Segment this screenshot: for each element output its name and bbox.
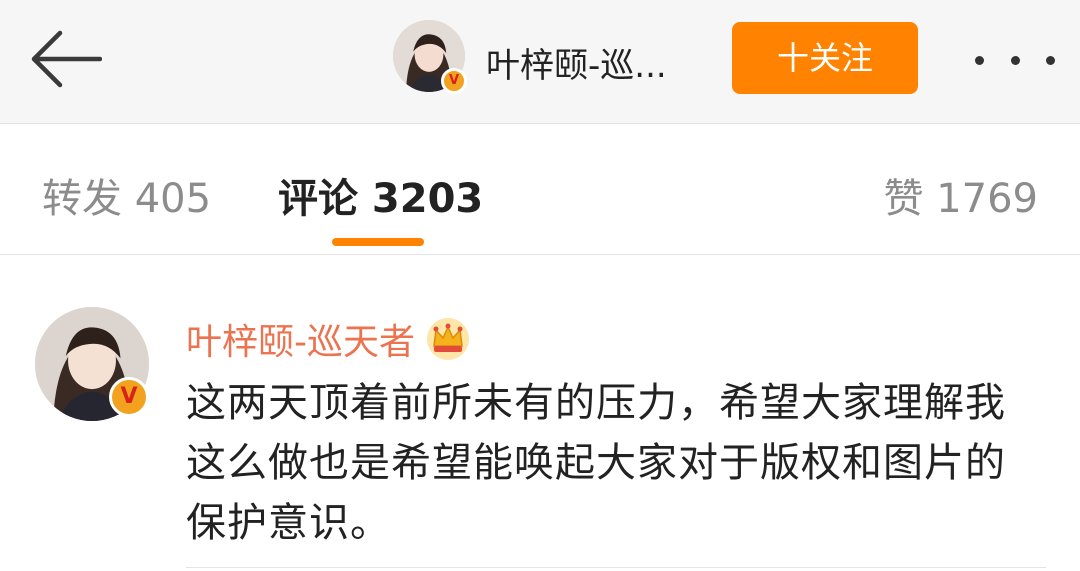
- crown-icon: [427, 318, 469, 360]
- comment-author-name[interactable]: 叶梓颐-巡天者: [186, 313, 415, 365]
- tab-bar: 转发 405 评论 3203 赞 1769: [0, 124, 1080, 255]
- verified-badge-icon: V: [441, 68, 467, 94]
- verified-badge-icon: V: [109, 377, 149, 417]
- more-dot-icon: [975, 55, 984, 65]
- more-dot-icon: [1010, 55, 1020, 65]
- top-nav-bar: V 叶梓颐-巡... 十关注: [0, 0, 1080, 124]
- follow-button[interactable]: 十关注: [732, 22, 918, 94]
- divider: [186, 567, 1046, 568]
- author-name[interactable]: 叶梓颐-巡...: [486, 38, 667, 87]
- more-options-button[interactable]: [975, 40, 1055, 80]
- tab-likes[interactable]: 赞 1769: [883, 166, 1038, 224]
- more-dot-icon: [1046, 55, 1055, 65]
- comment-author-row: 叶梓颐-巡天者: [186, 313, 471, 365]
- comment-item: V 叶梓颐-巡天者 这两天顶着前所未有的压力，希望大家理解我这么做也是希望能唤起…: [0, 255, 1080, 571]
- author-avatar[interactable]: V: [393, 20, 467, 94]
- commenter-avatar[interactable]: V: [35, 307, 149, 421]
- tab-comments[interactable]: 评论 3203: [278, 166, 483, 224]
- tab-repost[interactable]: 转发 405: [42, 166, 211, 224]
- comment-text: 这两天顶着前所未有的压力，希望大家理解我这么做也是希望能唤起大家对于版权和图片的…: [186, 380, 1006, 546]
- back-button[interactable]: [22, 26, 108, 92]
- back-arrow-icon: [31, 30, 102, 88]
- active-tab-indicator: [332, 238, 424, 246]
